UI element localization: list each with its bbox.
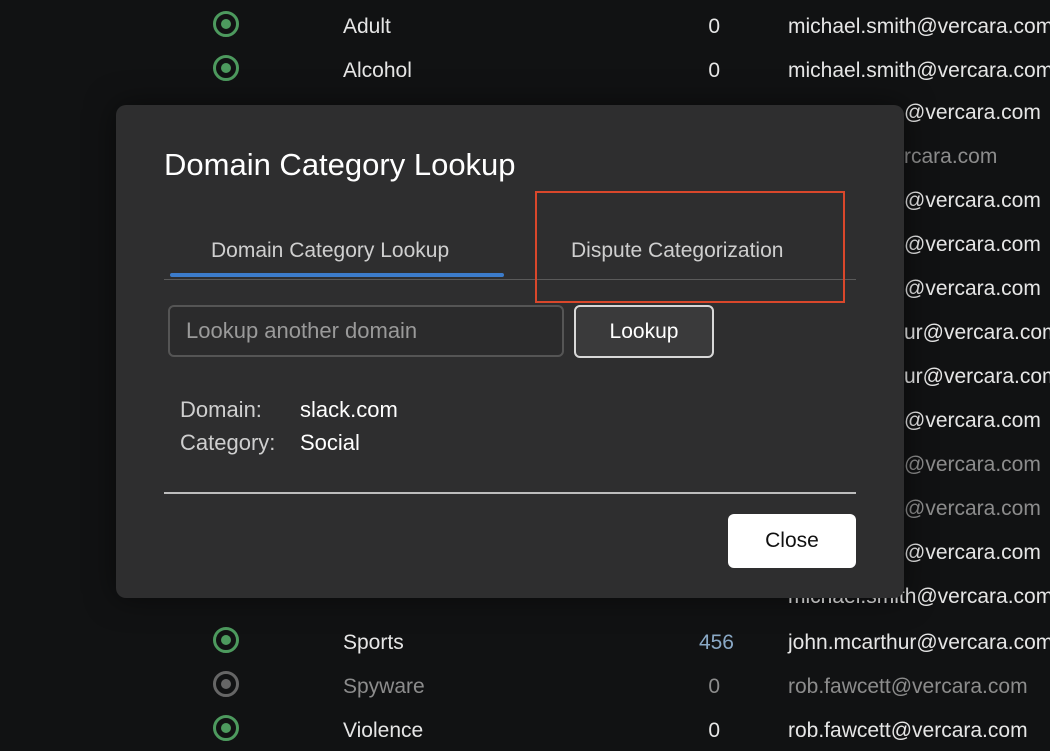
- category-count: 0: [708, 15, 720, 38]
- modal-divider: [164, 492, 856, 494]
- domain-lookup-modal: Domain Category Lookup Domain Category L…: [116, 105, 904, 598]
- owner-email-fragment: @vercara.com: [904, 409, 1041, 432]
- category-label: Category:: [180, 430, 276, 455]
- status-radio-icon[interactable]: [213, 55, 239, 81]
- owner-email-fragment: @vercara.com: [904, 101, 1041, 124]
- category-name: Violence: [343, 719, 424, 742]
- table-row[interactable]: Adult 0 michael.smith@vercara.com: [0, 3, 1050, 47]
- status-radio-icon[interactable]: [213, 715, 239, 741]
- category-count: 0: [708, 59, 720, 82]
- owner-email-fragment: @vercara.com: [904, 541, 1041, 564]
- category-count-link[interactable]: 456: [654, 631, 734, 655]
- modal-title: Domain Category Lookup: [164, 147, 516, 182]
- category-name: Spyware: [343, 675, 425, 698]
- category-name: Alcohol: [343, 59, 412, 82]
- owner-email-fragment: ur@vercara.com: [904, 365, 1050, 388]
- category-count: 0: [708, 719, 720, 742]
- owner-email: john.mcarthur@vercara.com: [788, 631, 1050, 654]
- owner-email: michael.smith@vercara.com: [788, 15, 1050, 38]
- table-row[interactable]: Violence 0 rob.fawcett@vercara.com: [0, 707, 1050, 751]
- close-button[interactable]: Close: [728, 514, 856, 568]
- status-radio-icon[interactable]: [213, 627, 239, 653]
- owner-email-fragment: ur@vercara.com: [904, 321, 1050, 344]
- owner-email: michael.smith@vercara.com: [788, 59, 1050, 82]
- active-tab-indicator: [170, 273, 504, 277]
- status-radio-icon[interactable]: [213, 11, 239, 37]
- owner-email: rob.fawcett@vercara.com: [788, 719, 1028, 742]
- category-value: Social: [300, 430, 360, 455]
- status-radio-icon[interactable]: [213, 671, 239, 697]
- owner-email-fragment: rcara.com: [904, 145, 998, 168]
- lookup-button[interactable]: Lookup: [574, 305, 714, 358]
- lookup-domain-input[interactable]: [168, 305, 564, 357]
- owner-email-fragment: @vercara.com: [904, 497, 1041, 520]
- owner-email: rob.fawcett@vercara.com: [788, 675, 1028, 698]
- domain-label: Domain:: [180, 397, 262, 422]
- owner-email-fragment: @vercara.com: [904, 189, 1041, 212]
- result-domain-row: Domain: slack.com: [180, 397, 398, 423]
- owner-email-fragment: @vercara.com: [904, 233, 1041, 256]
- highlight-annotation-box: [535, 191, 845, 303]
- category-name: Adult: [343, 15, 391, 38]
- category-count: 0: [708, 675, 720, 698]
- domain-value: slack.com: [300, 397, 398, 422]
- table-row[interactable]: Sports 456 john.mcarthur@vercara.com: [0, 619, 1050, 663]
- result-category-row: Category: Social: [180, 430, 360, 456]
- owner-email-fragment: @vercara.com: [904, 277, 1041, 300]
- table-row[interactable]: Alcohol 0 michael.smith@vercara.com: [0, 47, 1050, 91]
- category-name: Sports: [343, 631, 404, 654]
- tab-domain-category-lookup[interactable]: Domain Category Lookup: [211, 239, 449, 263]
- table-row[interactable]: Spyware 0 rob.fawcett@vercara.com: [0, 663, 1050, 707]
- owner-email-fragment: @vercara.com: [904, 453, 1041, 476]
